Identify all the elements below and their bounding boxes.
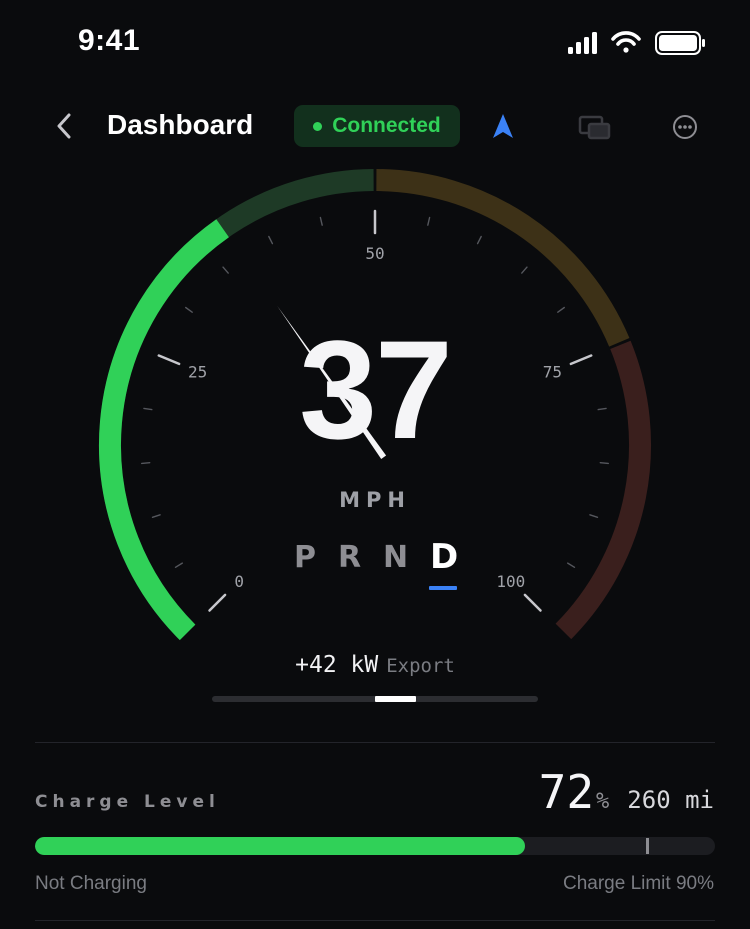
gear-r[interactable]: R (338, 540, 361, 575)
charge-summary: 72% 260 mi (539, 765, 714, 819)
gauge-tick (427, 216, 431, 226)
gauge-tick (521, 266, 528, 274)
divider (35, 920, 715, 921)
gauge-tick (476, 235, 482, 245)
gauge-tick (268, 235, 274, 245)
cast-button[interactable] (574, 108, 614, 148)
gauge-tick (523, 593, 542, 612)
gear-n[interactable]: N (383, 540, 408, 575)
gauge-tick (140, 462, 151, 465)
back-chevron-icon (57, 113, 71, 139)
battery-icon (655, 31, 705, 55)
gauge-tick (567, 562, 576, 568)
charge-percent-sign: % (596, 789, 610, 814)
gauge-tick (589, 514, 599, 518)
gauge-tick (599, 462, 609, 465)
power-value: +42 kW (295, 652, 379, 678)
gear-selector: P R N D (280, 537, 480, 600)
charge-limit-label[interactable]: Charge Limit 90% (563, 873, 714, 895)
connection-status-badge: Connected (294, 105, 460, 147)
gauge-tick (319, 216, 323, 226)
navigation-button[interactable] (484, 106, 524, 146)
gauge-tick (184, 306, 193, 313)
charging-state: Not Charging (35, 873, 147, 894)
gauge-tick-label: 50 (365, 244, 384, 263)
charge-limit-marker (645, 838, 649, 854)
charge-level-label: Charge Level (35, 792, 220, 812)
speed-value: 37 (299, 311, 453, 468)
more-options-button[interactable] (665, 107, 705, 147)
navigation-arrow-icon (493, 114, 513, 138)
charge-range: 260 mi (627, 786, 714, 814)
wifi-icon (611, 31, 641, 53)
gauge-tick (208, 593, 227, 612)
gauge-tick (222, 266, 229, 274)
page-title: Dashboard (107, 109, 254, 140)
more-ellipsis-icon (673, 115, 697, 139)
power-direction-label: Export (386, 655, 455, 677)
gear-p[interactable]: P (294, 540, 316, 575)
gear-d[interactable]: D (430, 537, 458, 577)
connection-dot-icon (313, 121, 323, 131)
connection-status-label: Connected (332, 114, 441, 137)
power-readout: +42 kW Export (0, 652, 750, 678)
cast-screen-icon (578, 115, 611, 140)
gauge-tick (174, 562, 184, 568)
charge-percent: 72 (538, 765, 595, 819)
status-time: 9:41 (78, 24, 141, 57)
gear-selected-indicator (429, 586, 457, 590)
charge-level-bar (35, 837, 715, 855)
gauge-tick-label: 100 (496, 572, 525, 591)
speed-unit: MPH (339, 488, 411, 512)
power-meter-fill (375, 696, 416, 702)
cellular-signal-icon (568, 32, 597, 54)
gauge-tick-label: 0 (234, 572, 244, 591)
gauge-tick (557, 306, 565, 313)
back-button[interactable] (46, 108, 82, 144)
gauge-tick (151, 514, 161, 518)
divider (35, 742, 715, 743)
charge-level-fill (35, 837, 525, 855)
power-meter (212, 696, 538, 702)
status-icons (568, 31, 705, 55)
